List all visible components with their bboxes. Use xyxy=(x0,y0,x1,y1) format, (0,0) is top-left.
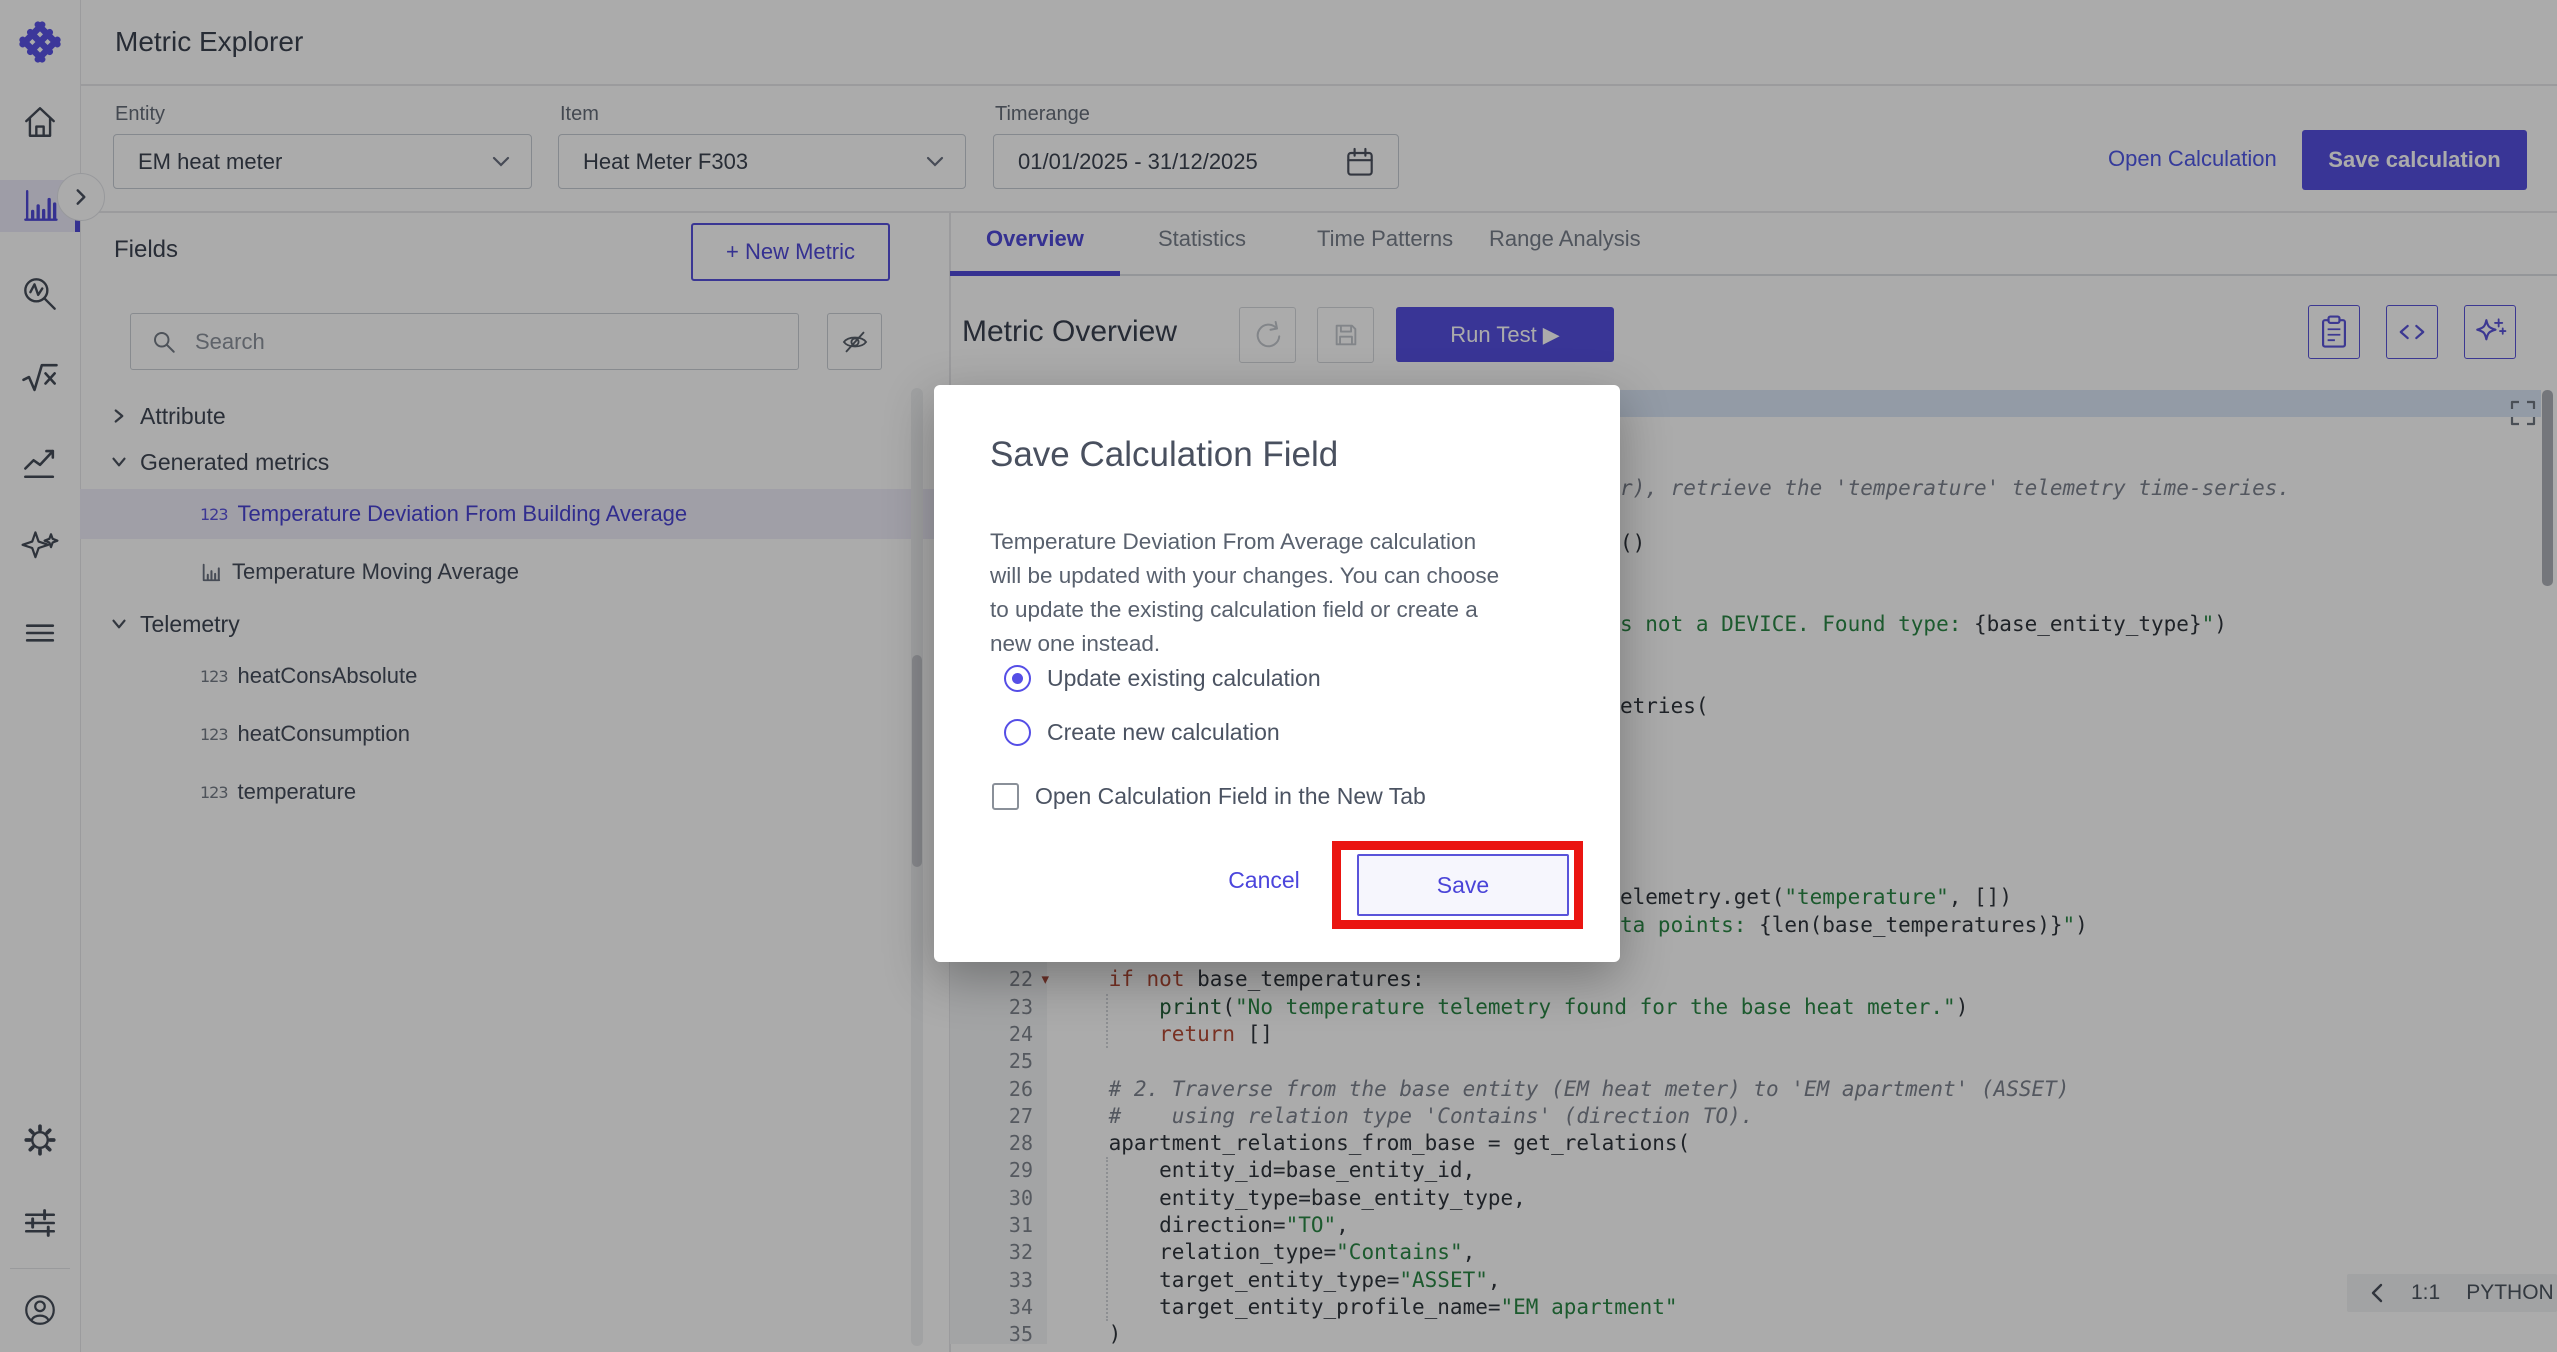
radio-label: Create new calculation xyxy=(1047,719,1280,746)
radio-update-existing[interactable]: Update existing calculation xyxy=(1004,665,1321,692)
app-root: Metric Explorer Entity EM heat meter Ite… xyxy=(0,0,2557,1352)
checkbox-label: Open Calculation Field in the New Tab xyxy=(1035,783,1426,810)
cancel-button[interactable]: Cancel xyxy=(1214,867,1314,894)
dialog-body: Temperature Deviation From Average calcu… xyxy=(990,525,1499,661)
annotation-highlight-box xyxy=(1332,841,1583,929)
radio-label: Update existing calculation xyxy=(1047,665,1321,692)
dialog-title: Save Calculation Field xyxy=(990,435,1338,475)
open-in-new-tab-checkbox[interactable]: Open Calculation Field in the New Tab xyxy=(992,783,1426,810)
checkbox-unchecked-icon xyxy=(992,783,1019,810)
radio-selected-icon xyxy=(1004,665,1031,692)
radio-unselected-icon xyxy=(1004,719,1031,746)
radio-create-new[interactable]: Create new calculation xyxy=(1004,719,1280,746)
